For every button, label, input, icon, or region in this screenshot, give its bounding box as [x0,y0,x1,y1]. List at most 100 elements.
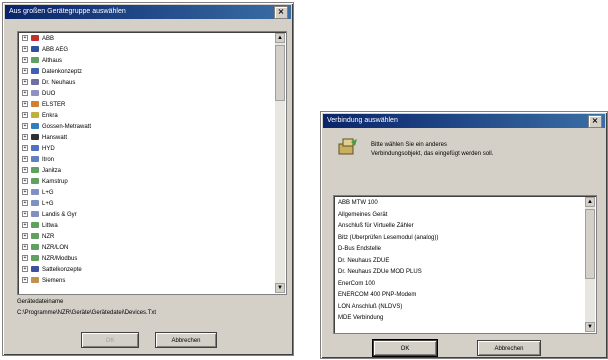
list-item[interactable]: ABB MTW 100 [338,199,582,208]
expand-icon[interactable]: + [22,35,28,42]
tree-item[interactable]: + DUO [22,90,55,99]
list-item[interactable]: Bitz (Überprüfen Lesemodul (analog)) [338,234,582,243]
expand-icon[interactable]: + [22,68,28,75]
close-icon[interactable]: × [588,115,602,128]
tree-item-label: L+G [42,190,54,196]
device-group-icon [31,79,39,86]
list-item[interactable]: ENERCOM 400 PNP-Modem [338,291,582,300]
device-tree[interactable]: + ABB + ABB AEG + Althaus + Datenkonzeptz + Dr. N… [17,31,287,295]
scroll-thumb[interactable] [275,45,285,101]
tree-item[interactable]: + L+G [22,189,54,198]
device-group-icon [31,211,39,218]
prompt-line-2: Verbindungsobjekt, das eingefügt werden … [371,151,494,157]
expand-icon[interactable]: + [22,101,28,108]
expand-icon[interactable]: + [22,90,28,97]
scroll-thumb[interactable] [585,209,595,279]
expand-icon[interactable]: + [22,244,28,251]
expand-icon[interactable]: + [22,167,28,174]
expand-icon[interactable]: + [22,266,28,273]
tree-item[interactable]: + NZR [22,233,54,242]
expand-icon[interactable]: + [22,211,28,218]
tree-item[interactable]: + Landis & Gyr [22,211,77,220]
tree-item[interactable]: + Kamstrup [22,178,68,187]
expand-icon[interactable]: + [22,277,28,284]
tree-item[interactable]: + ABB [22,35,54,44]
tree-item-label: Datenkonzeptz [42,69,83,75]
expand-icon[interactable]: + [22,233,28,240]
expand-icon[interactable]: + [22,79,28,86]
tree-item-label: NZR/LON [42,245,69,251]
device-group-icon [31,167,39,174]
tree-item[interactable]: + L+G [22,200,54,209]
prompt-line-1: Bitte wählen Sie ein anderes [371,142,448,148]
tree-item[interactable]: + Datenkonzeptz [22,68,82,77]
device-group-icon [31,156,39,163]
close-icon[interactable]: × [274,6,288,19]
tree-item[interactable]: + NZR/LON [22,244,68,253]
device-group-icon [31,222,39,229]
tree-item-label: Sattelkonzepte [42,267,82,273]
list-item[interactable]: Allgemeines Gerät [338,211,582,220]
scroll-down-icon[interactable]: ▼ [275,283,285,293]
device-group-icon [31,134,39,141]
list-item[interactable]: MDE Verbindung [338,314,582,323]
tree-item[interactable]: + Dr. Neuhaus [22,79,75,88]
tree-item[interactable]: + ELSTER [22,101,65,110]
list-item[interactable]: Anschluß für Virtuelle Zähler [338,222,582,231]
device-group-icon [31,101,39,108]
expand-icon[interactable]: + [22,57,28,64]
ok-button[interactable]: OK [372,339,438,357]
device-group-icon [31,233,39,240]
expand-icon[interactable]: + [22,222,28,229]
device-group-dialog-title: Aus großen Gerätegruppe auswählen [5,5,291,19]
tree-item[interactable]: + Gossen-Metrawatt [22,123,91,132]
tree-item[interactable]: + Hanswatt [22,134,67,143]
tree-item[interactable]: + Althaus [22,57,62,66]
expand-icon[interactable]: + [22,123,28,130]
tree-item[interactable]: + Janitza [22,167,61,176]
tree-item-label: Siemens [42,278,66,284]
tree-item-label: Landis & Gyr [42,212,77,218]
wizard-icon [337,136,359,158]
list-item[interactable]: Dr. Neuhaus ZDUE [338,257,582,266]
device-group-icon [31,266,39,273]
expand-icon[interactable]: + [22,145,28,152]
tree-item[interactable]: + Siemens [22,277,65,286]
tree-item[interactable]: + HYD [22,145,55,154]
expand-icon[interactable]: + [22,156,28,163]
ok-button[interactable]: OK [81,332,139,348]
expand-icon[interactable]: + [22,134,28,141]
tree-item[interactable]: + Littwa [22,222,58,231]
device-group-icon [31,189,39,196]
expand-icon[interactable]: + [22,178,28,185]
tree-item[interactable]: + Sattelkonzepte [22,266,82,275]
tree-item[interactable]: + ABB AEG [22,46,68,55]
tree-scrollbar[interactable]: ▲ ▼ [275,33,285,293]
tree-item-label: ABB [42,36,55,42]
expand-icon[interactable]: + [22,189,28,196]
expand-icon[interactable]: + [22,46,28,53]
expand-icon[interactable]: + [22,200,28,207]
expand-icon[interactable]: + [22,255,28,262]
list-item[interactable]: LON Anschluß (NLDVS) [338,303,582,312]
list-item[interactable]: EnerCom 100 [338,280,582,289]
device-group-icon [31,255,39,262]
cancel-button[interactable]: Abbrechen [477,340,541,356]
scroll-up-icon[interactable]: ▲ [585,197,595,207]
device-group-icon [31,112,39,119]
tree-item-label: NZR [42,234,55,240]
list-scrollbar[interactable]: ▲ ▼ [585,197,595,332]
tree-item-label: Kamstrup [42,179,68,185]
device-group-icon [31,35,39,42]
tree-item[interactable]: + Itron [22,156,54,165]
cancel-button[interactable]: Abbrechen [155,332,217,348]
tree-item[interactable]: + NZR/Modbus [22,255,77,264]
expand-icon[interactable]: + [22,112,28,119]
list-item[interactable]: Dr. Neuhaus ZDUe MOD PLUS [338,268,582,277]
scroll-down-icon[interactable]: ▼ [585,322,595,332]
tree-item[interactable]: + Enkra [22,112,58,121]
scroll-up-icon[interactable]: ▲ [275,33,285,43]
connection-list[interactable]: ABB MTW 100 Allgemeines Gerät Anschluß für… [333,195,597,334]
list-item[interactable]: D-Bus Endstelle [338,245,582,254]
device-group-icon [31,178,39,185]
